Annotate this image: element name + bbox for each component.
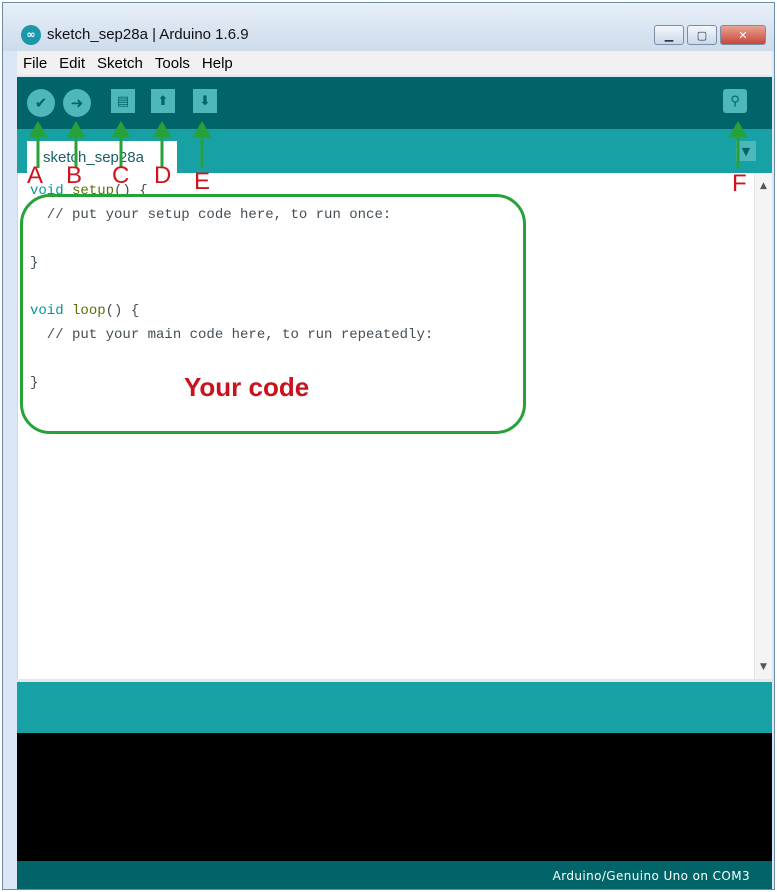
arrowhead-d: [152, 121, 172, 138]
arrowhead-a: [28, 121, 48, 138]
annotation-letter-e: E: [194, 168, 211, 195]
arrowhead-f: [728, 121, 748, 138]
annotation-letter-d: D: [154, 162, 172, 189]
arrowhead-e: [192, 121, 212, 138]
annotation-letter-f: F: [732, 170, 747, 197]
arrowhead-c: [111, 121, 131, 138]
annotation-arrows: [28, 121, 748, 168]
arrowhead-b: [66, 121, 86, 138]
annotation-letter-a: A: [27, 162, 44, 189]
annotation-letter-c: C: [112, 162, 130, 189]
annotation-letter-b: B: [66, 162, 83, 189]
